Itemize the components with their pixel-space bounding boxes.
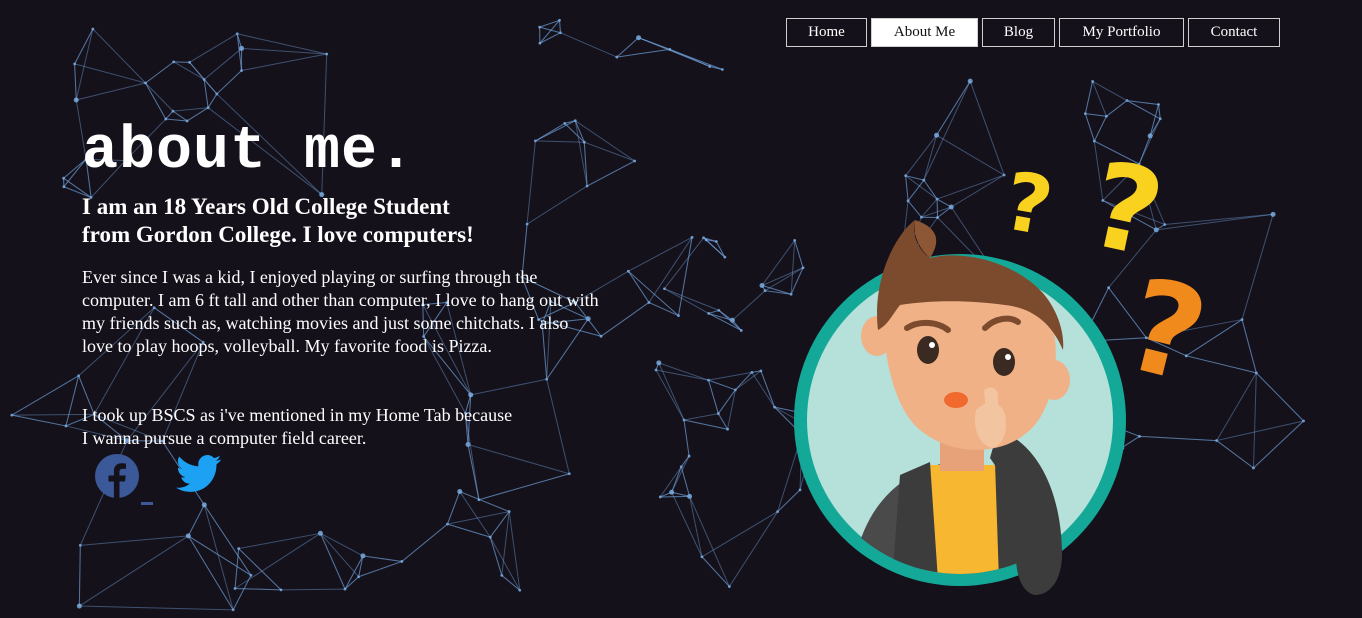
intro-subtitle: I am an 18 Years Old College Student fro… (82, 193, 542, 249)
nav-blog[interactable]: Blog (982, 18, 1055, 47)
paragraph-2-line-2: I wanna pursue a computer field career. (82, 428, 367, 448)
subtitle-line-2: from Gordon College. I love computers! (82, 222, 474, 247)
page-title: about me. (82, 118, 416, 186)
nav-about-me[interactable]: About Me (871, 18, 978, 47)
facebook-link-underline (141, 502, 153, 505)
subtitle-line-1: I am an 18 Years Old College Student (82, 194, 450, 219)
question-mark-small-icon: ? (997, 154, 1059, 254)
nav-my-portfolio[interactable]: My Portfolio (1059, 18, 1184, 47)
about-paragraph-2: I took up BSCS as i've mentioned in my H… (82, 404, 572, 450)
top-nav: Home About Me Blog My Portfolio Contact (786, 18, 1284, 47)
nav-home[interactable]: Home (786, 18, 867, 47)
thinking-boy-illustration: ? ? ? (794, 140, 1220, 595)
facebook-icon[interactable] (94, 453, 140, 499)
paragraph-2-line-1: I took up BSCS as i've mentioned in my H… (82, 405, 513, 425)
nav-contact[interactable]: Contact (1188, 18, 1280, 47)
twitter-icon[interactable] (176, 454, 222, 494)
about-paragraph-1: Ever since I was a kid, I enjoyed playin… (82, 267, 599, 356)
